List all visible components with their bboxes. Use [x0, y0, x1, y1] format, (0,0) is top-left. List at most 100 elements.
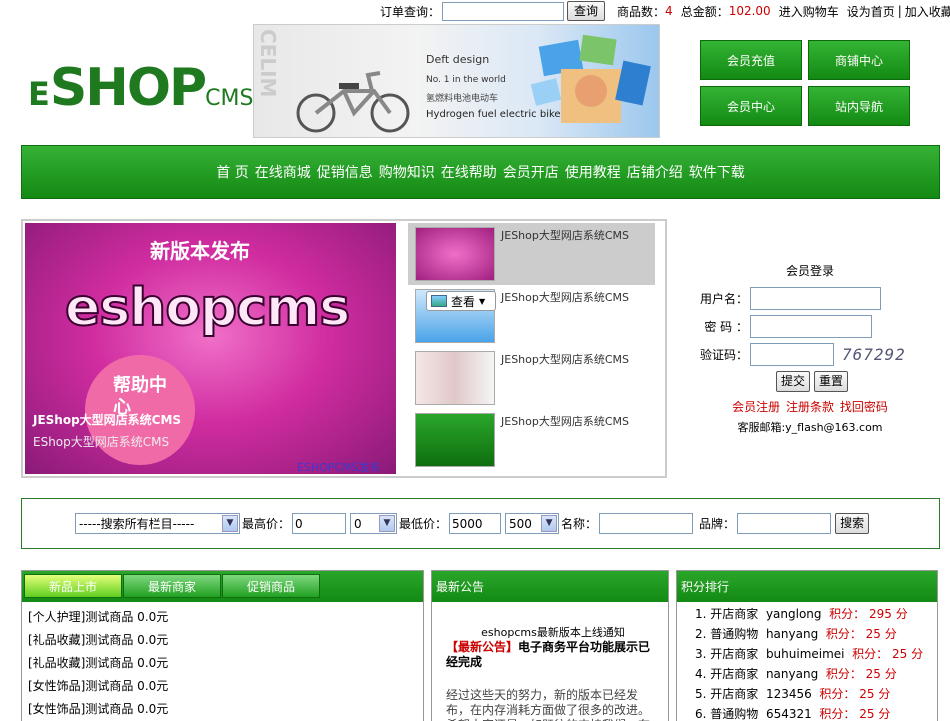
slide-caption-bold: JEShop大型网店系统CMS	[33, 413, 182, 427]
forgot-password-link[interactable]: 找回密码	[840, 400, 888, 414]
list-item[interactable]: [女性饰品]测试商品 0.0元	[22, 675, 423, 698]
product-search-bar: -----搜索所有栏目----- ▼ 最高价： 0 0 ▼ 最低价： 500 0 …	[21, 498, 940, 549]
slide-caption-link[interactable]: ESHOPCMS发布	[297, 459, 381, 474]
list-item[interactable]: [礼品收藏]测试商品 0.0元	[22, 652, 423, 675]
total-label: 总金额：	[680, 4, 729, 19]
shop-center-button[interactable]: 商铺中心	[808, 40, 910, 80]
min-price-input[interactable]: 5000	[449, 513, 502, 534]
ranking-row: 4. 开店商家 nanyang 积分： 25 分	[695, 667, 897, 681]
category-select-value: -----搜索所有栏目-----	[79, 517, 195, 531]
thumbnail-image	[415, 227, 495, 281]
captcha-label: 验证码：	[699, 348, 748, 362]
thumbnail-item[interactable]: JEShop大型网店系统CMS	[408, 223, 655, 285]
recharge-button[interactable]: 会员充值	[700, 40, 802, 80]
tab-new-merchants[interactable]: 最新商家	[123, 574, 221, 598]
ranking-row: 6. 普通购物 654321 积分： 25 分	[695, 707, 891, 721]
nav-tutorial[interactable]: 使用教程	[565, 162, 621, 182]
logo-e: E	[28, 75, 50, 113]
ranking-row: 3. 开店商家 buhuimeimei 积分： 25 分	[695, 647, 924, 661]
nav-home[interactable]: 首 页	[216, 162, 248, 182]
logo-cms: CMS	[205, 86, 254, 111]
thumbnail-image	[415, 413, 495, 467]
captcha-image[interactable]: 767292	[842, 345, 906, 364]
total-value: 102.00	[728, 4, 771, 18]
favorite-link[interactable]: 加入收藏	[905, 3, 950, 20]
list-item[interactable]: [个人护理]测试商品 0.0元	[22, 606, 423, 629]
bike-image	[296, 71, 410, 133]
max-price-input[interactable]: 0	[292, 513, 347, 534]
slide-caption: EShop大型网店系统CMS	[33, 435, 170, 449]
member-login: 会员登录 用户名： 密 码 ： 验证码： 767292 提交 重置 会员注册 注…	[690, 262, 930, 435]
search-button[interactable]: 搜索	[835, 513, 870, 534]
thumbnail-image	[415, 351, 495, 405]
max-price-label: 最高价：	[242, 517, 291, 531]
points-ranking-panel: 积分排行 1. 开店商家 yanglong 积分： 295 分 2. 普通购物 …	[676, 570, 938, 721]
password-field[interactable]	[750, 315, 872, 338]
category-select[interactable]: -----搜索所有栏目----- ▼	[75, 513, 240, 534]
ranking-row: 1. 开店商家 yanglong 积分： 295 分	[695, 607, 908, 621]
tab-promotions[interactable]: 促销商品	[222, 574, 320, 598]
nav-download[interactable]: 软件下载	[689, 162, 745, 182]
slide-heading: 新版本发布	[150, 239, 250, 263]
brand-input[interactable]	[737, 513, 832, 534]
ranking-row: 2. 普通购物 hanyang 积分： 25 分	[695, 627, 897, 641]
nav-shop-intro[interactable]: 店铺介绍	[627, 162, 683, 182]
terms-link[interactable]: 注册条款	[786, 400, 834, 414]
cart-link[interactable]: 进入购物车	[779, 3, 839, 20]
max-price-select-value: 0	[354, 516, 362, 531]
nav-mall[interactable]: 在线商城	[255, 162, 311, 182]
member-center-button[interactable]: 会员中心	[700, 86, 802, 126]
order-query-input[interactable]	[442, 1, 565, 21]
banner-vertical-text: CELIM	[256, 29, 280, 98]
products-panel: 新品上市 最新商家 促销商品 [个人护理]测试商品 0.0元 [礼品收藏]测试商…	[21, 570, 424, 721]
view-popup[interactable]: 查看 ▼	[426, 291, 496, 311]
thumbnail-label: JEShop大型网店系统CMS	[501, 229, 630, 242]
tab-new-products[interactable]: 新品上市	[24, 574, 122, 598]
slideshow: 新版本发布 eshopcms 帮助中心 JEShop大型网店系统CMS ESho…	[21, 219, 667, 478]
max-price-select[interactable]: 0 ▼	[350, 513, 398, 534]
chevron-down-icon: ▼	[479, 296, 486, 306]
query-button[interactable]: 查询	[567, 1, 606, 21]
banner-line1: Deft design	[426, 53, 490, 66]
reset-button[interactable]: 重置	[814, 371, 849, 392]
news-panel: 最新公告 eshopcms最新版本上线通知 【最新公告】电子商务平台功能展示已经…	[431, 570, 669, 721]
nav-help[interactable]: 在线帮助	[441, 162, 497, 182]
item-count-label: 商品数：	[617, 4, 666, 19]
ranking-row: 5. 开店商家 123456 积分： 25 分	[695, 687, 891, 701]
separator: |	[897, 4, 902, 18]
site-nav-button[interactable]: 站内导航	[808, 86, 910, 126]
min-price-label: 最低价：	[399, 517, 448, 531]
thumbnail-label: JEShop大型网店系统CMS	[501, 415, 630, 428]
news-header: 最新公告	[432, 571, 668, 602]
home-link[interactable]: 设为首页	[847, 3, 895, 20]
slide-brand: eshopcms	[64, 277, 351, 339]
name-input[interactable]	[599, 513, 694, 534]
min-price-select[interactable]: 500 ▼	[505, 513, 560, 534]
ranking-list: 1. 开店商家 yanglong 积分： 295 分 2. 普通购物 hanya…	[677, 602, 937, 721]
thumbnail-item[interactable]: JEShop大型网店系统CMS 查看 ▼	[408, 285, 655, 347]
news-headline-block[interactable]: 【最新公告】电子商务平台功能展示已经完成	[446, 640, 660, 670]
site-logo[interactable]: ESHOPCMS	[28, 58, 253, 118]
nav-promo[interactable]: 促销信息	[317, 162, 373, 182]
thumbnail-item[interactable]: JEShop大型网店系统CMS	[408, 347, 655, 409]
list-item[interactable]: [礼品收藏]测试商品 0.0元	[22, 629, 423, 652]
chevron-down-icon: ▼	[379, 515, 396, 532]
submit-button[interactable]: 提交	[775, 371, 810, 392]
register-link[interactable]: 会员注册	[732, 400, 780, 414]
nav-knowledge[interactable]: 购物知识	[379, 162, 435, 182]
ranking-header: 积分排行	[677, 571, 937, 602]
thumbnail-item[interactable]: JEShop大型网店系统CMS	[408, 409, 655, 471]
header-banner[interactable]: CELIM Deft design No. 1 in the world 氢燃料…	[253, 24, 660, 138]
chevron-down-icon: ▼	[222, 515, 238, 532]
news-title[interactable]: eshopcms最新版本上线通知	[446, 624, 660, 640]
news-body: 经过这些天的努力，新的版本已经发布，在内存消耗方面做了很多的改进。希望大家还是一…	[446, 688, 651, 721]
list-item[interactable]: [女性饰品]测试商品 0.0元	[22, 698, 423, 721]
thumbnail-label: JEShop大型网店系统CMS	[501, 291, 630, 304]
login-title: 会员登录	[785, 264, 834, 278]
nav-open-shop[interactable]: 会员开店	[503, 162, 559, 182]
username-field[interactable]	[750, 287, 881, 310]
product-list: [个人护理]测试商品 0.0元 [礼品收藏]测试商品 0.0元 [礼品收藏]测试…	[22, 602, 423, 721]
captcha-field[interactable]	[750, 343, 834, 366]
slide-main[interactable]: 新版本发布 eshopcms 帮助中心 JEShop大型网店系统CMS ESho…	[25, 223, 396, 474]
view-popup-label: 查看	[451, 294, 476, 309]
